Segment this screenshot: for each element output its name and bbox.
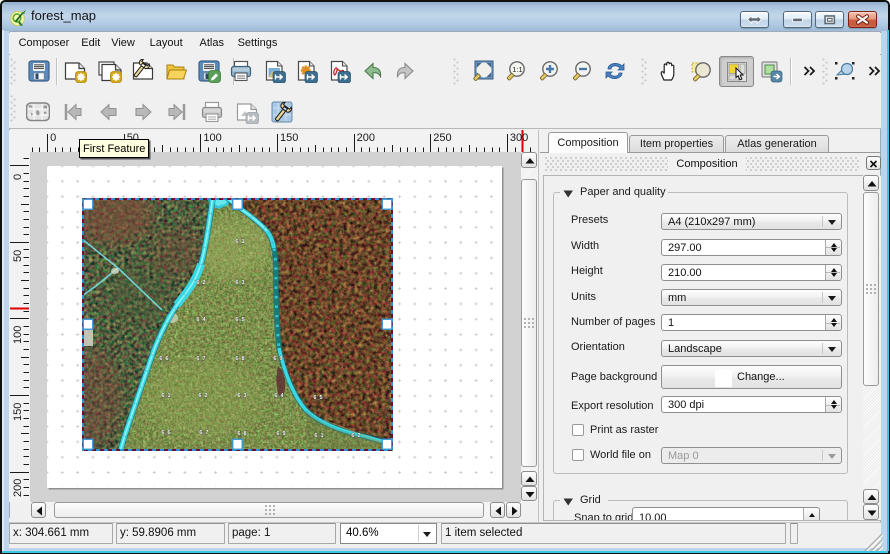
svg-text:6_1: 6_1 — [235, 239, 244, 245]
svg-text:6_7: 6_7 — [196, 356, 205, 362]
svg-text:6_8: 6_8 — [237, 431, 246, 437]
svg-text:6_2: 6_2 — [351, 433, 360, 439]
svg-text:6_1: 6_1 — [314, 433, 323, 439]
svg-text:6_9: 6_9 — [273, 356, 282, 362]
svg-text:6_7: 6_7 — [199, 430, 208, 436]
svg-text:6_6: 6_6 — [161, 430, 170, 436]
svg-text:6_2: 6_2 — [196, 280, 205, 286]
svg-text:6_6: 6_6 — [159, 356, 168, 362]
svg-text:6_8: 6_8 — [235, 356, 244, 362]
svg-text:6_3: 6_3 — [237, 393, 246, 399]
svg-text:6_2: 6_2 — [198, 393, 207, 399]
svg-text:6_9: 6_9 — [276, 431, 285, 437]
svg-text:1:1: 1:1 — [512, 65, 522, 74]
svg-text:6_1: 6_1 — [161, 393, 170, 399]
svg-text:6_3: 6_3 — [235, 280, 244, 286]
svg-text:6_5: 6_5 — [235, 317, 244, 323]
svg-text:6_5: 6_5 — [313, 395, 322, 401]
svg-text:6_4: 6_4 — [274, 393, 284, 399]
svg-text:6_4: 6_4 — [196, 317, 206, 323]
